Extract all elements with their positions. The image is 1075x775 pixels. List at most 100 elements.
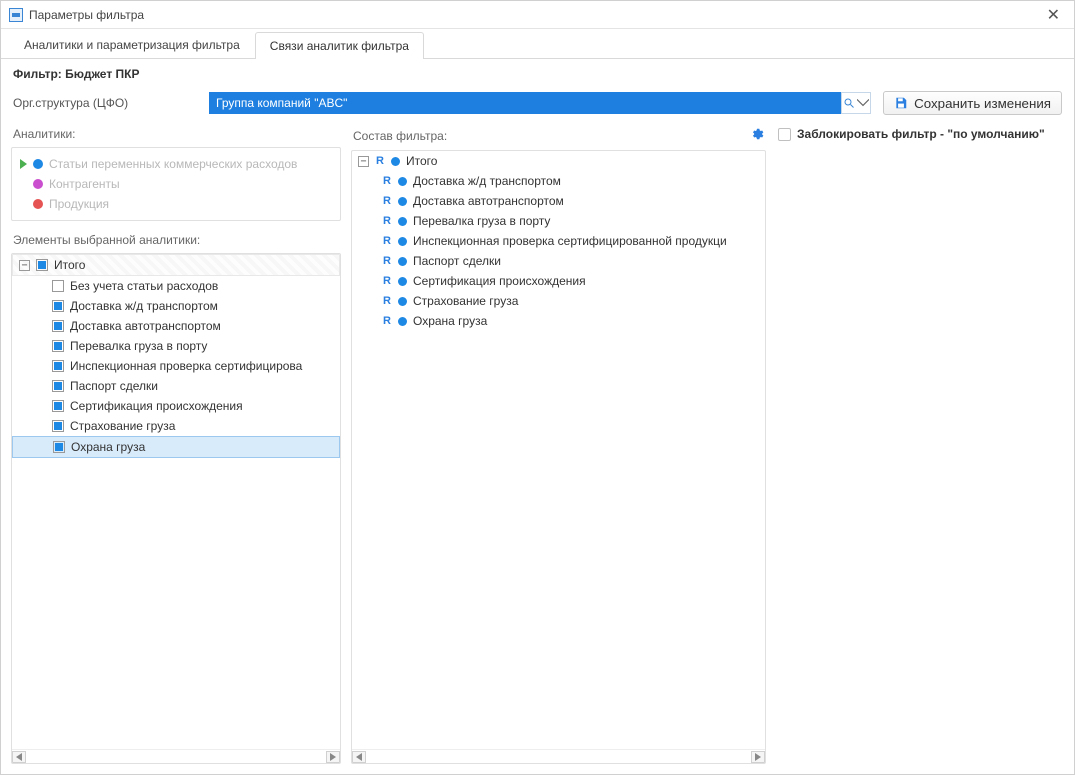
save-icon <box>894 96 908 110</box>
checkbox[interactable] <box>53 441 65 453</box>
elements-child-node[interactable]: Без учета статьи расходов <box>12 276 340 296</box>
checkbox[interactable] <box>52 300 64 312</box>
elements-child-node[interactable]: Сертификация происхождения <box>12 396 340 416</box>
org-structure-value: Группа компаний "ABC" <box>216 96 347 110</box>
scroll-right-button[interactable] <box>326 751 340 763</box>
checkbox[interactable] <box>52 340 64 352</box>
node-label: Сертификация происхождения <box>70 399 243 413</box>
node-label: Перевалка груза в порту <box>413 214 550 228</box>
bullet-icon <box>33 199 43 209</box>
elements-header: Элементы выбранной аналитики: <box>11 221 341 253</box>
elements-child-node[interactable]: Доставка автотранспортом <box>12 316 340 336</box>
node-label: Сертификация происхождения <box>413 274 586 288</box>
filter-name: Бюджет ПКР <box>65 67 139 81</box>
composition-h-scrollbar[interactable] <box>352 749 765 763</box>
dot-icon <box>398 177 407 186</box>
analytics-item[interactable]: Контрагенты <box>16 174 336 194</box>
bullet-icon <box>33 179 43 189</box>
composition-child-node[interactable]: RДоставка ж/д транспортом <box>352 171 765 191</box>
scroll-right-button[interactable] <box>751 751 765 763</box>
composition-root-node[interactable]: −R Итого <box>352 151 765 171</box>
composition-header: Состав фильтра: <box>351 123 766 150</box>
close-button[interactable]: ✕ <box>1041 5 1066 25</box>
node-label: Паспорт сделки <box>413 254 501 268</box>
elements-child-node[interactable]: Страхование груза <box>12 416 340 436</box>
middle-column: Состав фильтра: −RИтогоRДоставка ж/д тра… <box>351 123 766 764</box>
elements-root-node[interactable]: −Итого <box>12 254 340 276</box>
triangle-right-icon <box>330 753 336 761</box>
dot-icon <box>398 277 407 286</box>
r-mark-icon: R <box>382 295 392 307</box>
analytics-header-label: Аналитики: <box>13 127 76 141</box>
gear-icon <box>750 127 764 141</box>
collapse-icon[interactable]: − <box>19 260 30 271</box>
composition-tree-box: −RИтогоRДоставка ж/д транспортомRДоставк… <box>351 150 766 764</box>
elements-child-node[interactable]: Инспекционная проверка сертифицирова <box>12 356 340 376</box>
r-mark-icon: R <box>382 195 392 207</box>
elements-tree[interactable]: −ИтогоБез учета статьи расходов Доставка … <box>12 254 340 749</box>
checkbox[interactable] <box>52 420 64 432</box>
composition-settings-button[interactable] <box>750 127 764 144</box>
composition-child-node[interactable]: RСтрахование груза <box>352 291 765 311</box>
checkbox[interactable] <box>52 320 64 332</box>
elements-child-node[interactable]: Охрана груза <box>12 436 340 458</box>
dot-icon <box>391 157 400 166</box>
org-structure-dropdown-button[interactable] <box>841 92 871 114</box>
node-label: Охрана груза <box>71 440 145 454</box>
r-mark-icon: R <box>382 215 392 227</box>
elements-child-node[interactable]: Перевалка груза в порту <box>12 336 340 356</box>
dot-icon <box>398 257 407 266</box>
titlebar: Параметры фильтра ✕ <box>1 1 1074 29</box>
save-button[interactable]: Сохранить изменения <box>883 91 1062 115</box>
elements-tree-box: −ИтогоБез учета статьи расходов Доставка … <box>11 253 341 764</box>
analytics-list: Статьи переменных коммерческих расходов К… <box>11 147 341 221</box>
elements-h-scrollbar[interactable] <box>12 749 340 763</box>
node-label: Итого <box>406 154 437 168</box>
node-label: Охрана груза <box>413 314 487 328</box>
chevron-down-icon <box>857 97 869 109</box>
lock-filter-row: Заблокировать фильтр - "по умолчанию" <box>776 123 1064 145</box>
scroll-left-button[interactable] <box>12 751 26 763</box>
checkbox[interactable] <box>36 259 48 271</box>
composition-child-node[interactable]: RСертификация происхождения <box>352 271 765 291</box>
checkbox[interactable] <box>52 400 64 412</box>
node-label: Доставка ж/д транспортом <box>413 174 561 188</box>
scroll-left-button[interactable] <box>352 751 366 763</box>
tab-analytics-params[interactable]: Аналитики и параметризация фильтра <box>9 31 255 58</box>
composition-child-node[interactable]: R Перевалка груза в порту <box>352 211 765 231</box>
composition-child-node[interactable]: R Паспорт сделки <box>352 251 765 271</box>
lock-filter-label: Заблокировать фильтр - "по умолчанию" <box>797 127 1045 141</box>
analytics-item[interactable]: Статьи переменных коммерческих расходов <box>16 154 336 174</box>
tab-analytics-links[interactable]: Связи аналитик фильтра <box>255 32 424 59</box>
window: Параметры фильтра ✕ Аналитики и параметр… <box>0 0 1075 775</box>
composition-tree[interactable]: −RИтогоRДоставка ж/д транспортомRДоставк… <box>352 151 765 749</box>
dot-icon <box>398 217 407 226</box>
collapse-icon[interactable]: − <box>358 156 369 167</box>
composition-child-node[interactable]: RИнспекционная проверка сертифицированно… <box>352 231 765 251</box>
org-structure-combo[interactable]: Группа компаний "ABC" <box>209 92 841 114</box>
app-icon <box>9 8 23 22</box>
dot-icon <box>398 237 407 246</box>
node-label: Доставка ж/д транспортом <box>70 299 218 313</box>
analytics-header: Аналитики: <box>11 123 341 147</box>
elements-child-node[interactable]: Доставка ж/д транспортом <box>12 296 340 316</box>
checkbox[interactable] <box>52 280 64 292</box>
analytics-item[interactable]: Продукция <box>16 194 336 214</box>
r-mark-icon: R <box>382 255 392 267</box>
r-mark-icon: R <box>382 315 392 327</box>
tabs: Аналитики и параметризация фильтра Связи… <box>1 29 1074 59</box>
r-mark-icon: R <box>375 155 385 167</box>
checkbox[interactable] <box>52 360 64 372</box>
composition-header-label: Состав фильтра: <box>353 129 447 143</box>
composition-child-node[interactable]: R Охрана груза <box>352 311 765 331</box>
node-label: Перевалка груза в порту <box>70 339 207 353</box>
lock-filter-checkbox[interactable] <box>778 128 791 141</box>
org-structure-combo-wrap: Группа компаний "ABC" <box>209 92 871 114</box>
search-icon <box>843 97 855 109</box>
toolbar: Орг.структура (ЦФО) Группа компаний "ABC… <box>1 87 1074 123</box>
checkbox[interactable] <box>52 380 64 392</box>
elements-child-node[interactable]: Паспорт сделки <box>12 376 340 396</box>
triangle-left-icon <box>356 753 362 761</box>
composition-child-node[interactable]: RДоставка автотранспортом <box>352 191 765 211</box>
analytics-item-label: Статьи переменных коммерческих расходов <box>49 157 297 171</box>
